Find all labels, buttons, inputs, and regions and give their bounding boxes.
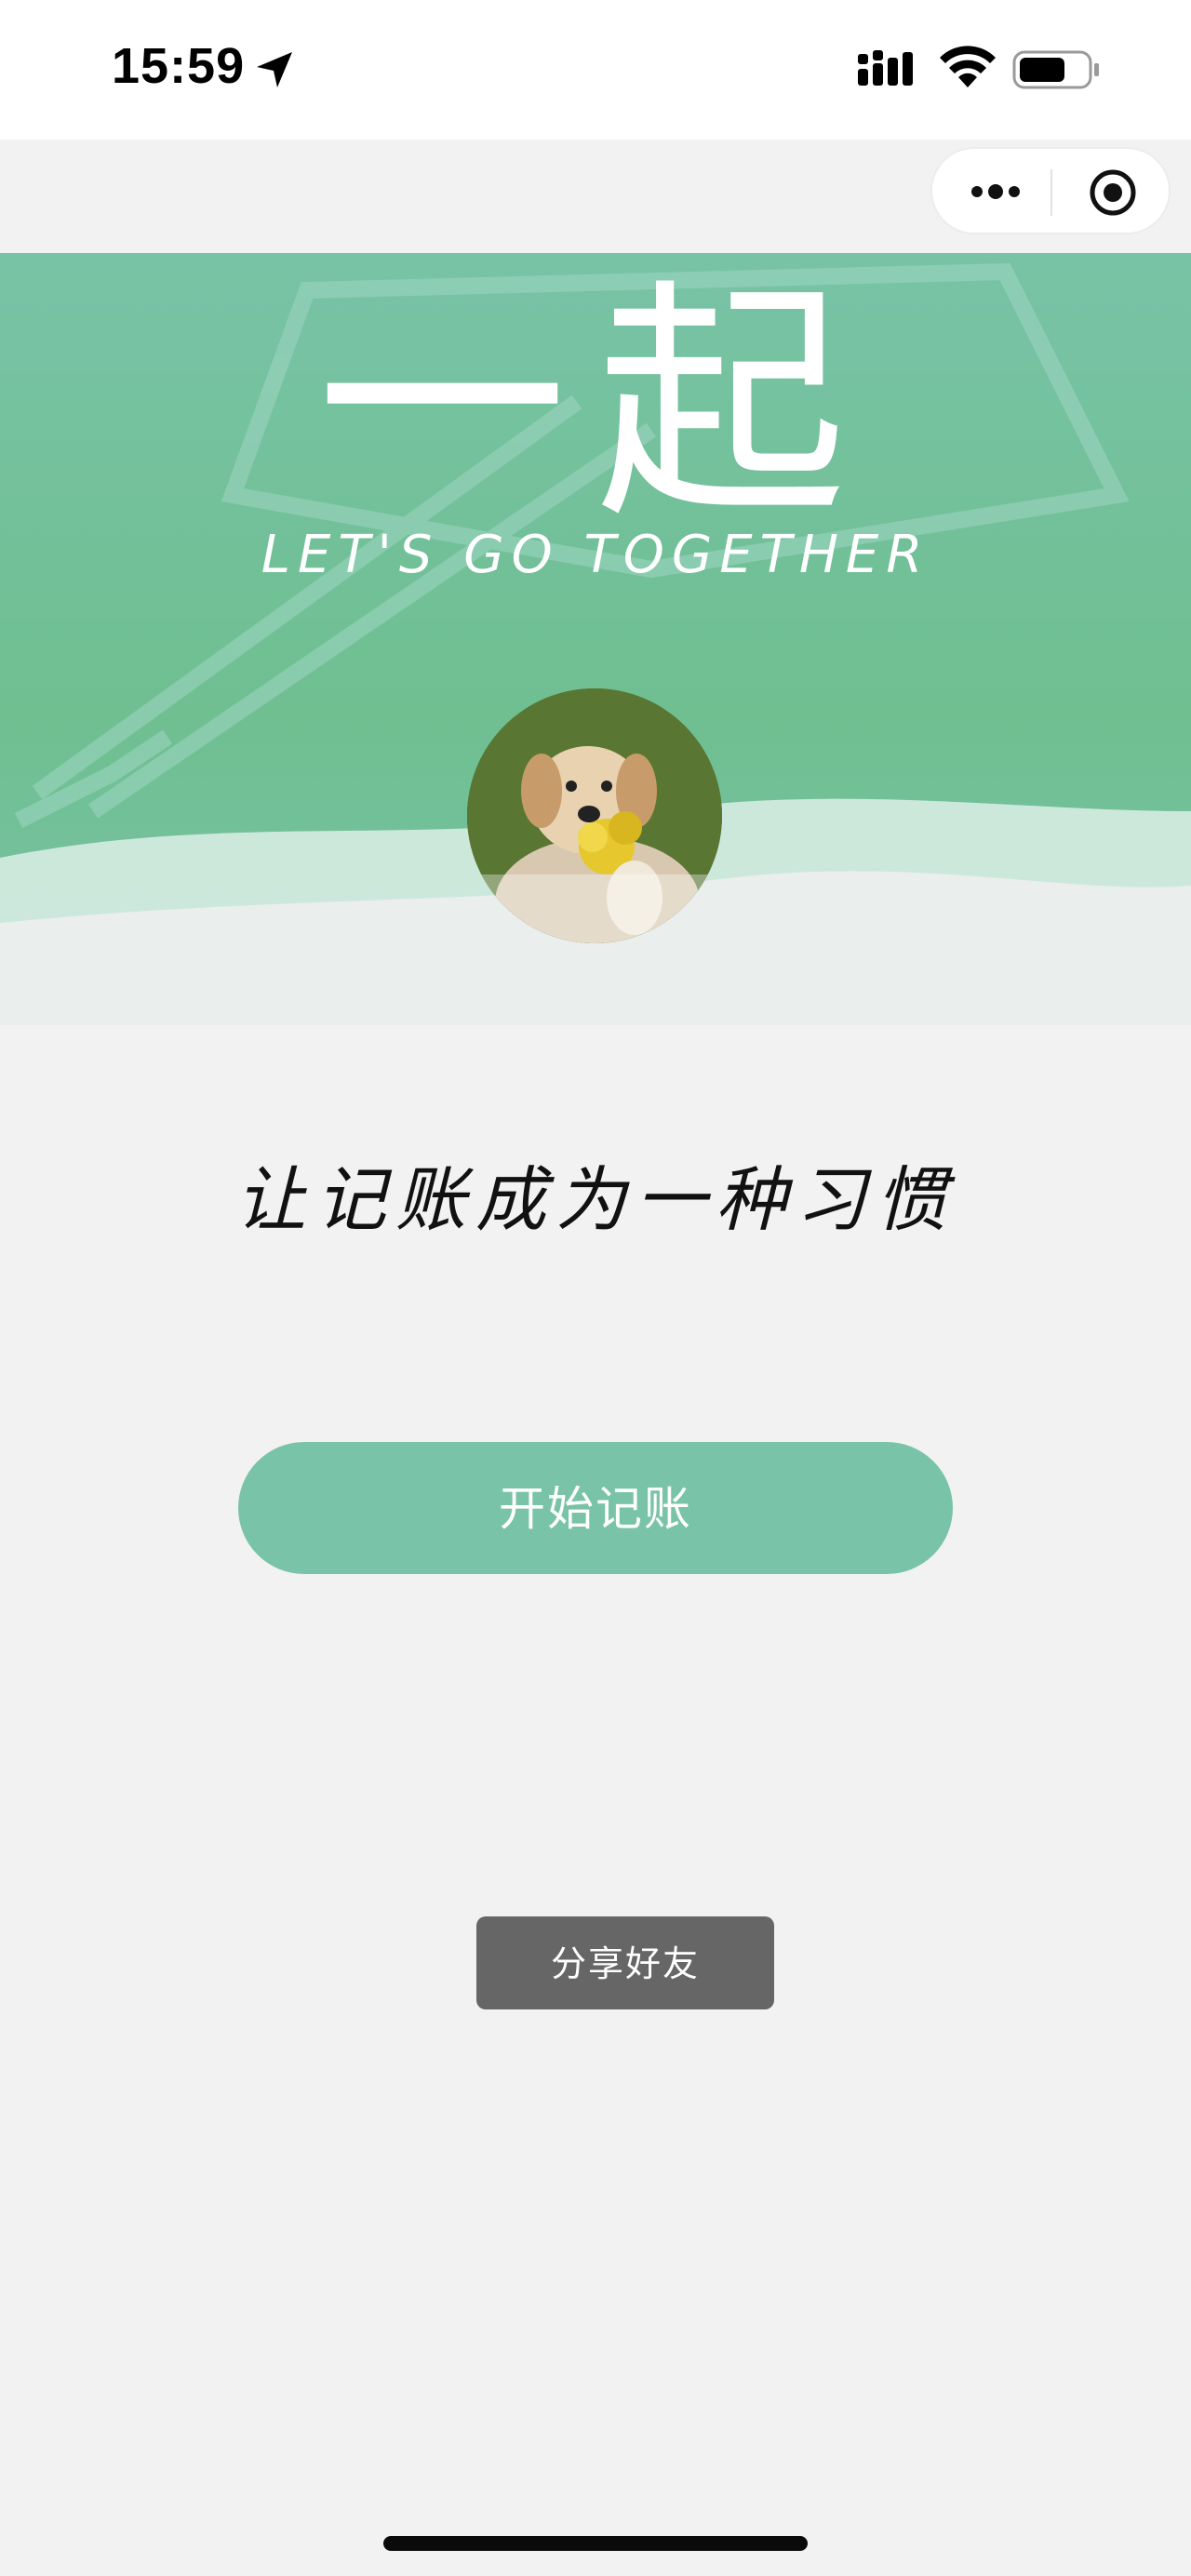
header-banner: 一起 LET'S GO TOGETHER [0,253,1191,1025]
status-time: 15:59 [112,38,246,94]
status-bar: 15:59 [0,0,1191,140]
slogan-text: 让记账成为一种习惯 [235,1158,956,1241]
location-arrow-icon [257,52,292,87]
wifi-icon [940,46,996,87]
close-target-icon[interactable] [1087,167,1139,219]
battery-icon [1012,50,1099,89]
avatar [467,688,722,943]
capsule-divider [1050,169,1052,216]
cellular-signal-icon [858,50,913,86]
banner-subtitle: LET'S GO TOGETHER [261,525,930,585]
banner-title: 一起 [316,258,875,551]
miniprogram-capsule [930,147,1171,234]
dog-avatar-image [467,688,722,943]
start-bookkeeping-button[interactable]: 开始记账 [238,1442,953,1574]
more-dots-icon[interactable] [968,173,1024,210]
home-indicator[interactable] [383,2536,808,2551]
share-friends-button[interactable]: 分享好友 [476,1916,774,2009]
